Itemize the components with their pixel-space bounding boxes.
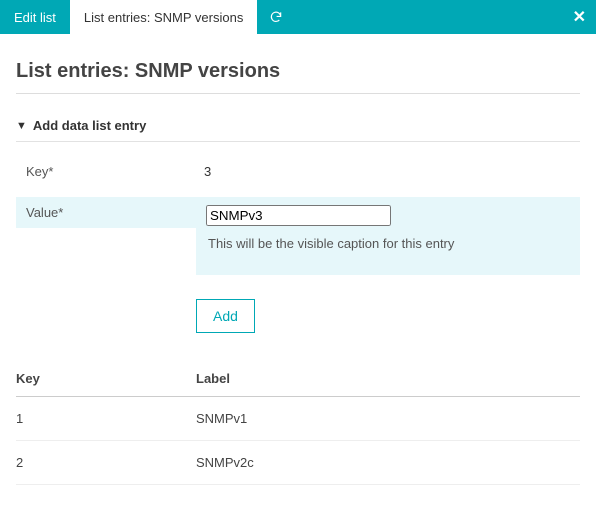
section-add-entry-title: Add data list entry: [33, 118, 146, 133]
tab-edit-list-label: Edit list: [14, 10, 56, 25]
tab-list-entries-label: List entries: SNMP versions: [84, 10, 243, 25]
key-value: 3: [204, 164, 211, 179]
divider: [16, 141, 580, 142]
close-icon: ✕: [573, 7, 586, 27]
col-header-label: Label: [196, 363, 580, 397]
cell-label: SNMPv1: [196, 397, 580, 441]
cell-label: SNMPv2c: [196, 441, 580, 485]
form-row-value: Value* This will be the visible caption …: [16, 197, 580, 275]
tab-edit-list[interactable]: Edit list: [0, 0, 70, 34]
section-add-entry-toggle[interactable]: ▼ Add data list entry: [16, 118, 580, 133]
value-help-text: This will be the visible caption for thi…: [206, 226, 570, 261]
key-label: Key*: [16, 156, 196, 187]
form-row-key: Key* 3: [16, 156, 580, 187]
refresh-button[interactable]: [257, 0, 295, 34]
table-row[interactable]: 2 SNMPv2c: [16, 441, 580, 485]
value-input[interactable]: [206, 205, 391, 226]
col-header-key: Key: [16, 363, 196, 397]
add-button-label: Add: [213, 308, 238, 324]
value-label: Value*: [16, 197, 196, 228]
table-row[interactable]: 1 SNMPv1: [16, 397, 580, 441]
refresh-icon: [269, 10, 283, 24]
cell-key: 2: [16, 441, 196, 485]
cell-key: 1: [16, 397, 196, 441]
table-header-row: Key Label: [16, 363, 580, 397]
close-button[interactable]: ✕: [573, 0, 586, 34]
page-title: List entries: SNMP versions: [16, 60, 580, 83]
tab-bar: Edit list List entries: SNMP versions ✕: [0, 0, 596, 34]
add-button[interactable]: Add: [196, 299, 255, 333]
chevron-down-icon: ▼: [16, 120, 27, 132]
entries-table: Key Label 1 SNMPv1 2 SNMPv2c: [16, 363, 580, 485]
divider: [16, 93, 580, 94]
tab-list-entries[interactable]: List entries: SNMP versions: [70, 0, 257, 34]
